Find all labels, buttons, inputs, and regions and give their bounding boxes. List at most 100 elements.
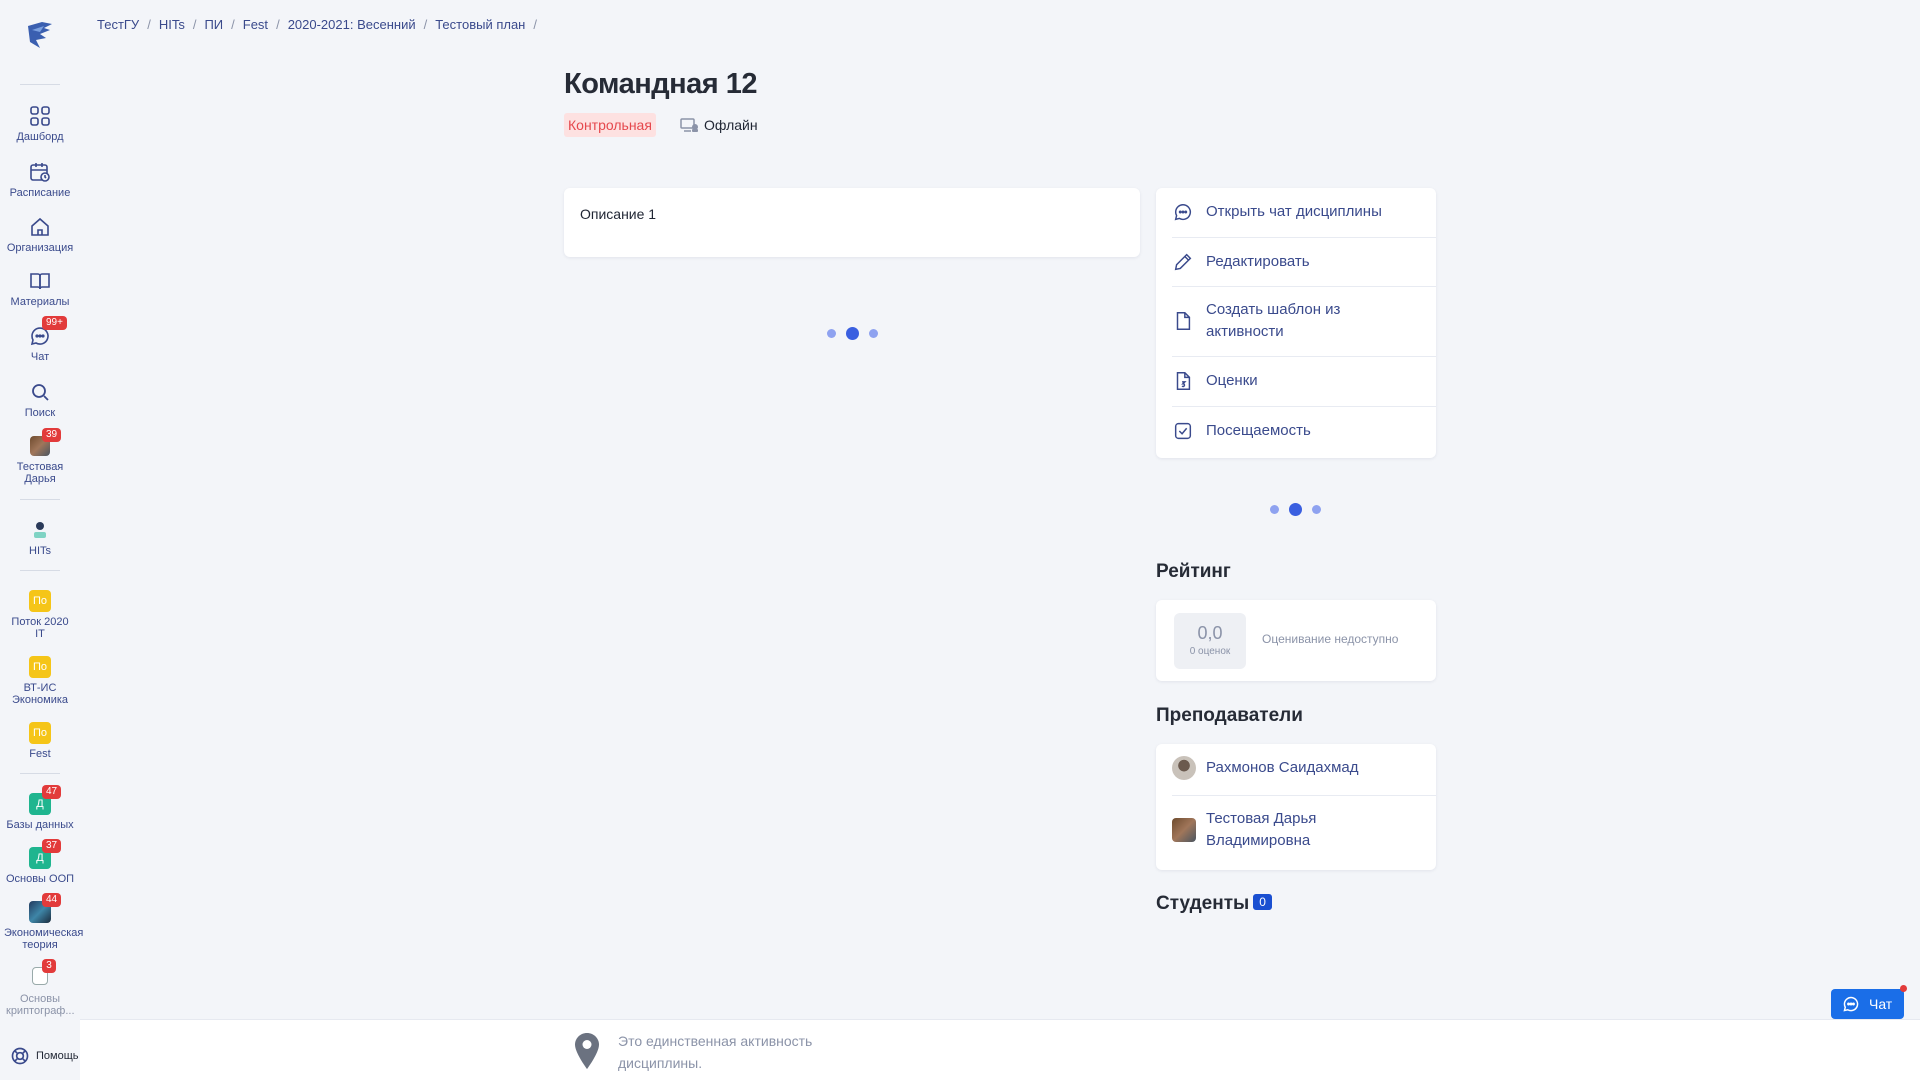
teacher-item[interactable]: Рахмонов Саидахмад: [1172, 756, 1359, 780]
divider: [1172, 237, 1436, 238]
sidebar-item-label: Чат: [30, 351, 50, 363]
sidebar: Дашборд Расписание Организация Материалы…: [0, 0, 84, 1080]
sidebar-item-label: Поиск: [24, 407, 56, 419]
action-label: Создать шаблон из активности: [1206, 301, 1341, 340]
sidebar-item-databases[interactable]: Д 47 Базы данных: [0, 785, 80, 831]
checkbox-icon: [1174, 422, 1192, 440]
sidebar-item-search[interactable]: Поиск: [0, 380, 80, 419]
create-template-action[interactable]: Создать шаблон из активности: [1172, 299, 1420, 343]
sidebar-item-label: Fest: [29, 748, 51, 760]
sidebar-item-oop[interactable]: Д 37 Основы ООП: [0, 839, 80, 885]
teacher-name: Рахмонов Саидахмад: [1206, 759, 1359, 776]
home-icon: [28, 215, 52, 239]
logo-icon[interactable]: [22, 18, 58, 54]
course-badge: 37: [42, 839, 62, 853]
chat-icon: 99+: [28, 316, 67, 348]
breadcrumb-link[interactable]: ПИ: [204, 17, 223, 32]
action-label: Редактировать: [1206, 253, 1310, 270]
calendar-icon: [28, 160, 52, 184]
sidebar-divider: [20, 84, 60, 85]
edit-action[interactable]: Редактировать: [1172, 251, 1420, 273]
score-count: 0 оценок: [1189, 646, 1231, 657]
sidebar-item-hits[interactable]: HITs: [0, 518, 80, 557]
course-avatar-wrap: 44: [28, 893, 62, 923]
user-badge: 39: [42, 428, 62, 442]
sidebar-item-fest[interactable]: По Fest: [0, 722, 80, 760]
avatar: [1172, 818, 1196, 842]
teacher-name: Тестовая Дарья Владимировна: [1206, 810, 1317, 849]
sidebar-item-vt-is[interactable]: По ВТ-ИС Экономика: [0, 656, 80, 706]
course-avatar: По: [29, 722, 51, 744]
activity-mode-label: Офлайн: [704, 117, 758, 133]
breadcrumb-link[interactable]: ТестГУ: [97, 17, 139, 32]
sidebar-item-materials[interactable]: Материалы: [0, 269, 80, 308]
divider: [1172, 286, 1436, 287]
chat-button[interactable]: Чат: [1831, 989, 1904, 1019]
page-title: Командная 12: [564, 68, 758, 100]
breadcrumb-link[interactable]: Тестовый план: [435, 17, 525, 32]
sidebar-divider: [20, 773, 60, 774]
sidebar-item-schedule[interactable]: Расписание: [0, 160, 80, 199]
description-card: Описание 1: [564, 188, 1140, 257]
teachers-card: Рахмонов Саидахмад Тестовая Дарья Владим…: [1156, 744, 1436, 870]
activity-type-tag: Контрольная: [564, 113, 656, 137]
description-text: Описание 1: [580, 206, 657, 222]
action-label: Посещаемость: [1206, 422, 1311, 439]
sidebar-item-economics[interactable]: 44 Экономическая теория: [0, 893, 84, 951]
sidebar-item-label: HITs: [29, 545, 51, 557]
bottom-info-text: Это единственная активность дисциплины.: [618, 1033, 813, 1071]
grades-action[interactable]: Оценки: [1172, 370, 1420, 392]
score-box: 0,0 0 оценок: [1174, 613, 1246, 669]
sidebar-item-label: Материалы: [10, 296, 70, 308]
course-avatar-wrap: Д 47: [28, 785, 62, 815]
user-avatar: 39: [28, 428, 62, 458]
avatar: [1172, 756, 1196, 780]
loading-indicator: [827, 327, 878, 340]
action-label: Открыть чат дисциплины: [1206, 203, 1382, 220]
students-heading: Студенты 0: [1156, 893, 1272, 915]
sidebar-item-label: Основы криптограф...: [6, 993, 75, 1017]
course-avatar-wrap: 3: [28, 959, 56, 989]
divider: [1172, 356, 1436, 357]
divider: [1172, 406, 1436, 407]
attendance-action[interactable]: Посещаемость: [1172, 420, 1420, 442]
chat-button-label: Чат: [1869, 996, 1893, 1012]
grade-file-icon: [1176, 372, 1191, 390]
sidebar-item-label: Расписание: [9, 187, 71, 199]
teacher-item[interactable]: Тестовая Дарья Владимировна: [1172, 808, 1376, 852]
breadcrumb-link[interactable]: 2020-2021: Весенний: [288, 17, 416, 32]
sidebar-item-organization[interactable]: Организация: [0, 215, 80, 254]
sidebar-item-label: Базы данных: [6, 819, 74, 831]
sidebar-item-label: ВТ-ИС Экономика: [11, 682, 69, 706]
sidebar-item-label: Экономическая теория: [4, 927, 84, 951]
rating-note: Оценивание недоступно: [1262, 632, 1399, 646]
course-badge: 3: [42, 959, 56, 973]
file-icon: [1176, 312, 1191, 330]
teachers-heading: Преподаватели: [1156, 705, 1303, 726]
course-avatar: По: [29, 656, 51, 678]
dashboard-icon: [28, 104, 52, 128]
sidebar-item-user-darya[interactable]: 39 Тестовая Дарья: [0, 428, 80, 485]
sidebar-item-label: Основы ООП: [5, 873, 75, 885]
chat-badge: 99+: [42, 316, 67, 330]
lifebuoy-icon: [11, 1047, 29, 1065]
sidebar-item-crypto[interactable]: 3 Основы криптограф...: [0, 959, 80, 1017]
chat-notification-dot: [1900, 985, 1907, 992]
score-value: 0,0: [1197, 623, 1223, 643]
map-pin-icon: [575, 1033, 599, 1069]
activity-mode-tag: Офлайн: [680, 117, 758, 133]
course-badge: 44: [42, 893, 62, 907]
help-label: Помощь: [36, 1050, 79, 1062]
search-icon: [28, 380, 52, 404]
sidebar-item-chat[interactable]: 99+ Чат: [0, 316, 80, 363]
help-button[interactable]: Помощь: [10, 1046, 79, 1066]
open-chat-action[interactable]: Открыть чат дисциплины: [1172, 201, 1420, 223]
sidebar-item-dashboard[interactable]: Дашборд: [0, 104, 80, 143]
book-icon: [28, 269, 52, 293]
breadcrumb-link[interactable]: HITs: [159, 17, 185, 32]
rating-card: 0,0 0 оценок Оценивание недоступно: [1156, 600, 1436, 681]
course-avatar-wrap: Д 37: [28, 839, 62, 869]
sidebar-item-potok-2020[interactable]: По Поток 2020 IT: [0, 590, 80, 640]
divider: [1172, 795, 1436, 796]
breadcrumb-link[interactable]: Fest: [243, 17, 268, 32]
